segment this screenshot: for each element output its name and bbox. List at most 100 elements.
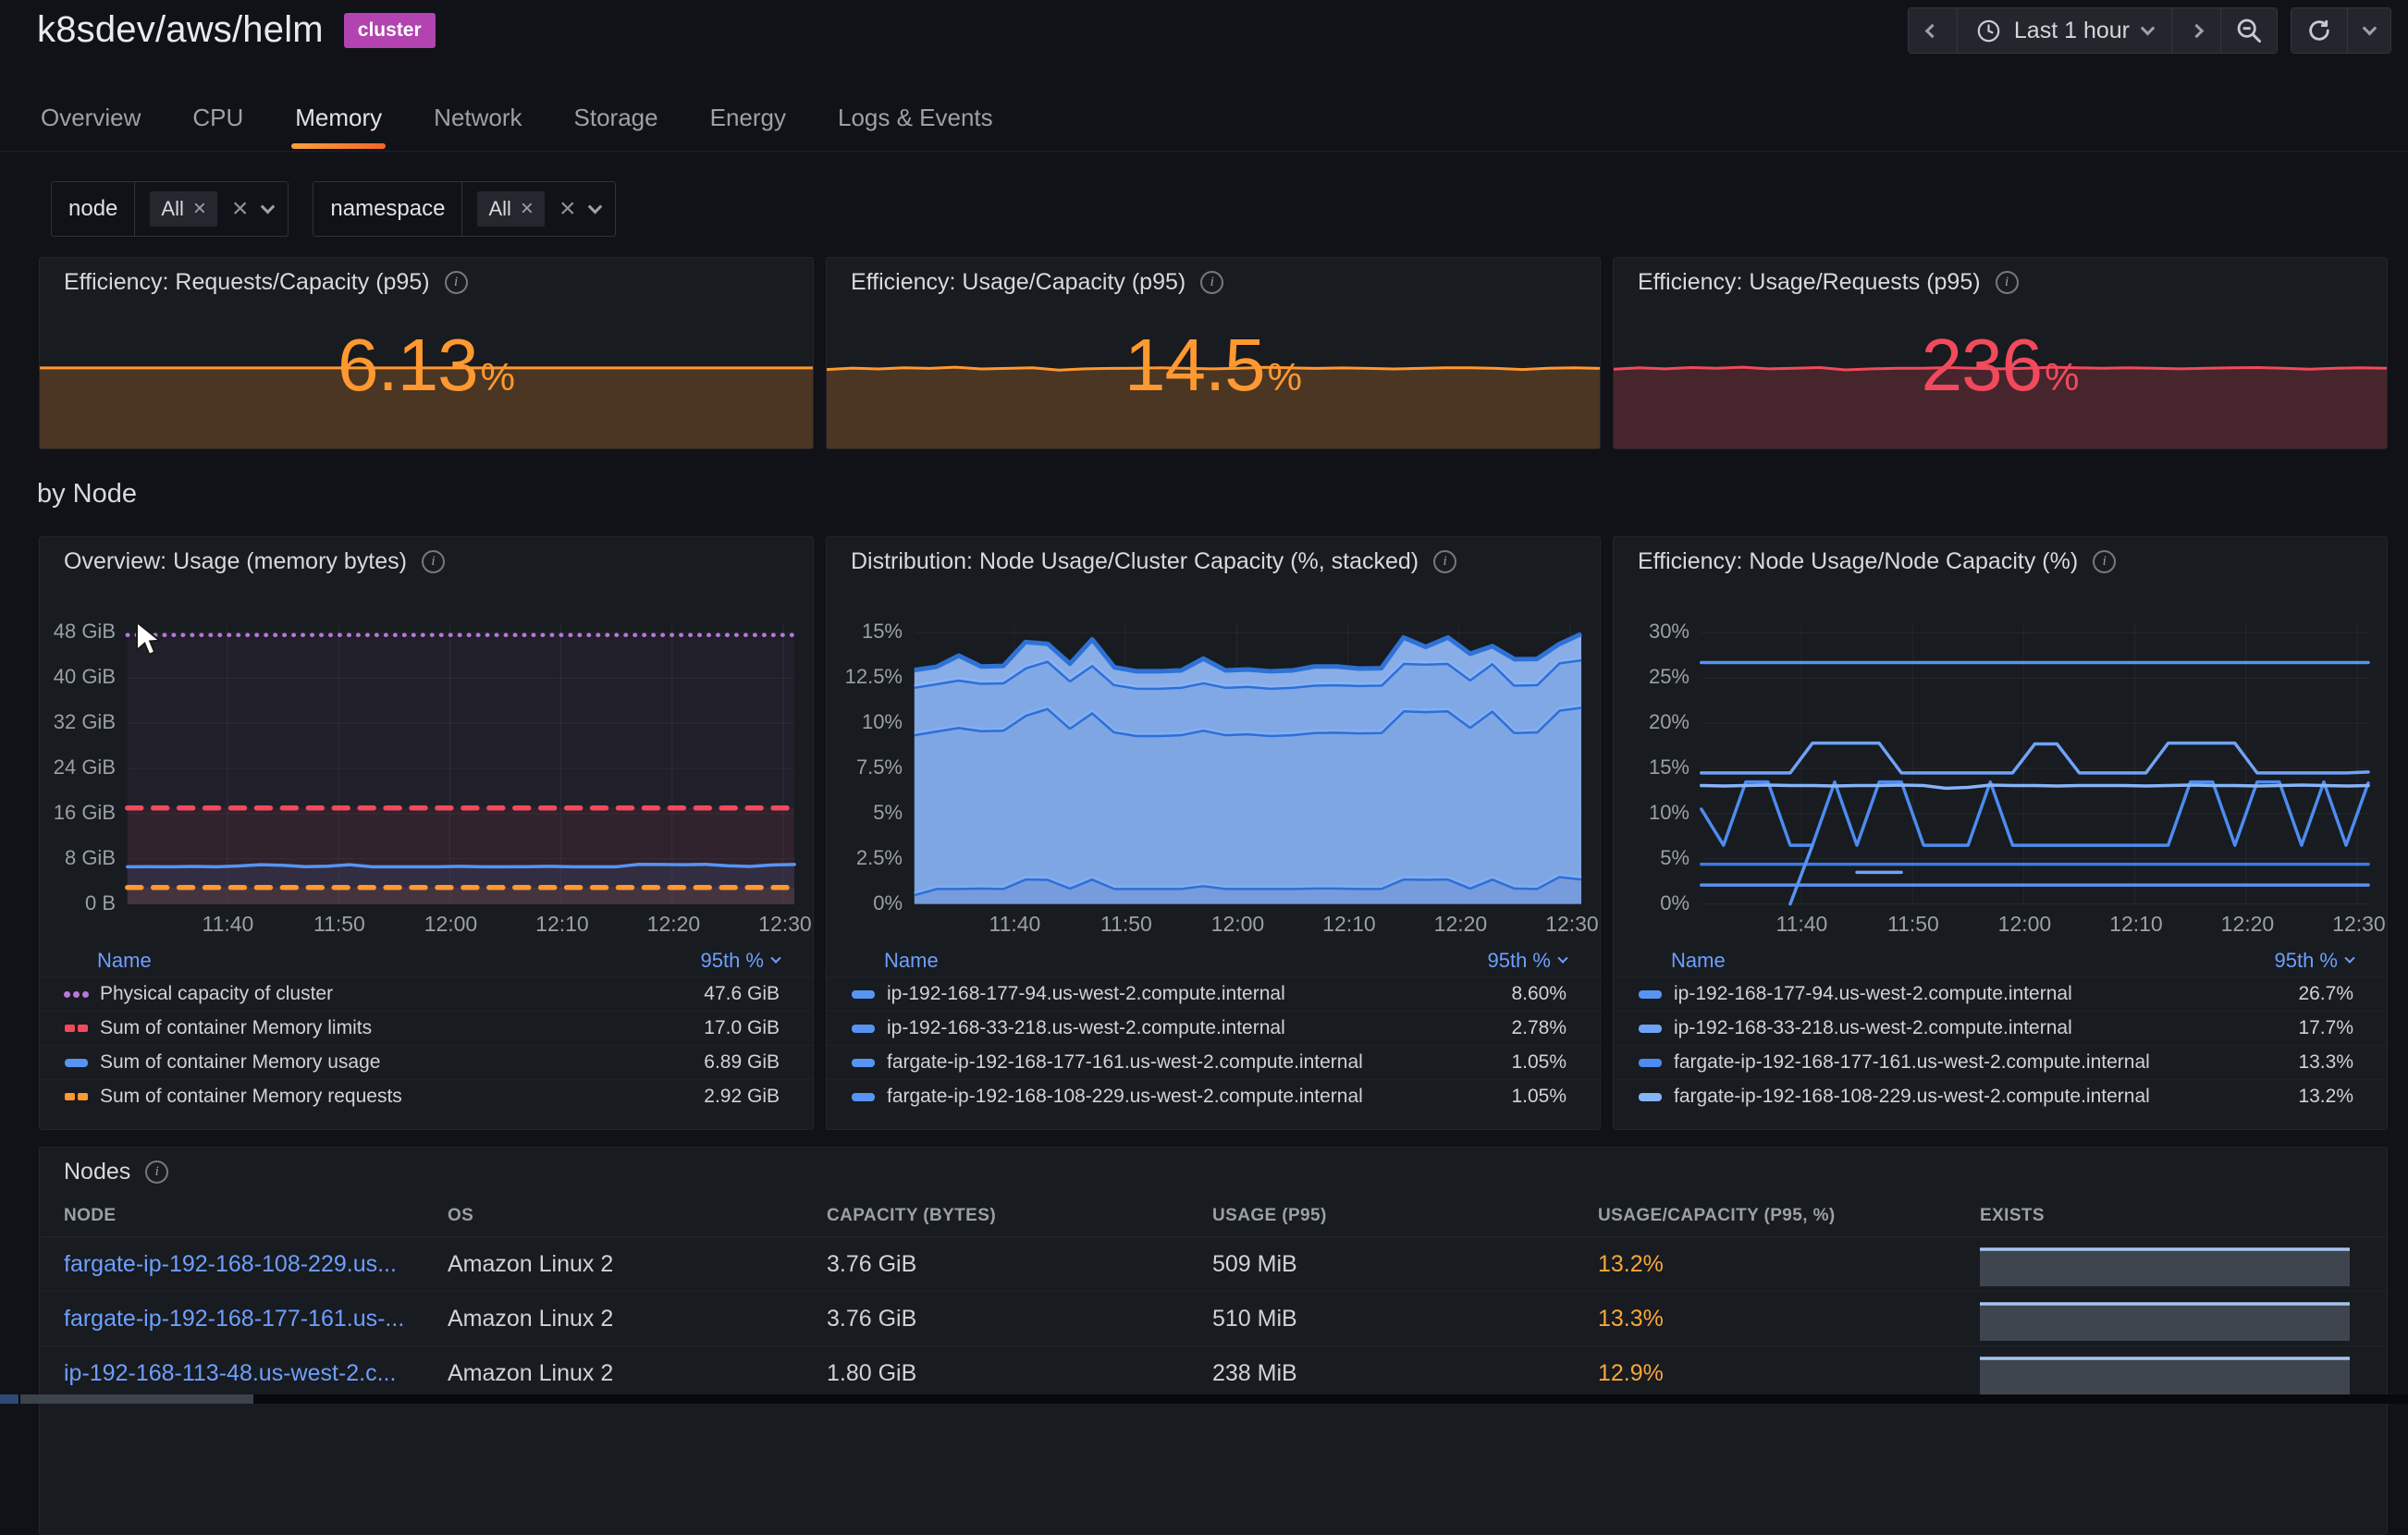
node-link[interactable]: ip-192-168-113-48.us-west-2.c... — [64, 1360, 396, 1386]
zoom-out-button[interactable] — [2220, 7, 2278, 54]
refresh-interval-dropdown[interactable] — [2347, 7, 2391, 54]
legend-row[interactable]: ip-192-168-177-94.us-west-2.compute.inte… — [827, 976, 1600, 1011]
stat-title[interactable]: Efficiency: Requests/Capacity (p95) — [64, 269, 430, 296]
legend-row[interactable]: fargate-ip-192-168-177-161.us-west-2.com… — [1614, 1045, 2387, 1079]
filter-chip[interactable]: All× — [150, 191, 216, 227]
chip-remove-icon[interactable]: × — [193, 198, 206, 220]
legend-header-agg[interactable]: 95th % — [1488, 949, 1567, 973]
y-axis-label: 7.5% — [827, 755, 903, 780]
legend-swatch — [851, 1059, 876, 1067]
legend-header-name[interactable]: Name — [97, 949, 152, 973]
x-axis-label: 11:50 — [1867, 912, 1960, 937]
os-cell: Amazon Linux 2 — [448, 1306, 827, 1332]
legend-row[interactable]: Sum of container Memory requests2.92 GiB — [40, 1079, 813, 1113]
legend-agg-label: 95th % — [1488, 949, 1552, 973]
info-icon[interactable]: i — [422, 550, 445, 573]
x-axis-label: 12:10 — [2090, 912, 2182, 937]
tab-cpu[interactable]: CPU — [189, 89, 247, 156]
info-icon[interactable]: i — [2093, 550, 2116, 573]
filter-clear-icon[interactable]: × — [232, 198, 249, 220]
info-icon[interactable]: i — [1200, 271, 1223, 294]
scrollbar-thumb[interactable] — [20, 1394, 253, 1404]
active-tab-indicator — [291, 143, 386, 149]
filter-value[interactable]: All×× — [135, 191, 288, 227]
time-back-button[interactable] — [1908, 7, 1958, 54]
legend-name: Physical capacity of cluster — [100, 983, 693, 1005]
time-forward-button[interactable] — [2171, 7, 2221, 54]
usage-cell: 509 MiB — [1212, 1251, 1598, 1278]
x-axis-label: 11:50 — [293, 912, 386, 937]
filter-value[interactable]: All×× — [462, 191, 615, 227]
legend-row[interactable]: fargate-ip-192-168-108-229.us-west-2.com… — [827, 1079, 1600, 1113]
info-icon[interactable]: i — [1996, 271, 2019, 294]
y-axis-label: 5% — [827, 801, 903, 825]
legend-header-agg[interactable]: 95th % — [2275, 949, 2354, 973]
column-header[interactable]: CAPACITY (BYTES) — [827, 1206, 1212, 1226]
stat-value: 14.5 — [1124, 324, 1265, 406]
filter-namespace: namespaceAll×× — [313, 181, 616, 237]
tab-logs-events[interactable]: Logs & Events — [834, 89, 997, 156]
legend-header-name[interactable]: Name — [1671, 949, 1726, 973]
legend-swatch — [1638, 990, 1663, 999]
chart-canvas[interactable]: 0%2.5%5%7.5%10%12.5%15%11:4011:5012:0012… — [827, 575, 1600, 945]
legend-row[interactable]: fargate-ip-192-168-108-229.us-west-2.com… — [1614, 1079, 2387, 1113]
horizontal-scrollbar[interactable] — [0, 1394, 2408, 1404]
legend-row[interactable]: Sum of container Memory limits17.0 GiB — [40, 1011, 813, 1045]
info-icon[interactable]: i — [445, 271, 468, 294]
cluster-badge[interactable]: cluster — [344, 13, 436, 48]
column-header[interactable]: OS — [448, 1206, 827, 1226]
stat-title[interactable]: Efficiency: Usage/Requests (p95) — [1638, 269, 1981, 296]
chart-canvas[interactable]: 0%5%10%15%20%25%30%11:4011:5012:0012:101… — [1614, 575, 2387, 945]
tab-energy[interactable]: Energy — [706, 89, 790, 156]
filter-clear-icon[interactable]: × — [559, 198, 576, 220]
stat-value-wrap: 14.5% — [827, 323, 1600, 408]
legend-header-agg[interactable]: 95th % — [701, 949, 780, 973]
stat-title[interactable]: Efficiency: Usage/Capacity (p95) — [851, 269, 1186, 296]
legend-name: ip-192-168-33-218.us-west-2.compute.inte… — [887, 1017, 1500, 1039]
exists-cell — [1980, 1296, 2387, 1341]
column-header[interactable]: NODE — [64, 1206, 448, 1226]
legend-row[interactable]: Physical capacity of cluster47.6 GiB — [40, 976, 813, 1011]
legend-value: 2.92 GiB — [704, 1086, 780, 1108]
series-color-pill — [1639, 990, 1662, 999]
chart-title[interactable]: Overview: Usage (memory bytes) — [64, 548, 407, 575]
column-header[interactable]: USAGE/CAPACITY (P95, %) — [1598, 1206, 1980, 1226]
legend-row[interactable]: ip-192-168-33-218.us-west-2.compute.inte… — [1614, 1011, 2387, 1045]
legend-row[interactable]: ip-192-168-177-94.us-west-2.compute.inte… — [1614, 976, 2387, 1011]
time-range-picker[interactable]: Last 1 hour — [1957, 7, 2172, 54]
filter-chip[interactable]: All× — [477, 191, 544, 227]
legend-swatch — [1638, 1025, 1663, 1033]
legend-row[interactable]: fargate-ip-192-168-177-161.us-west-2.com… — [827, 1045, 1600, 1079]
legend-header-name[interactable]: Name — [884, 949, 939, 973]
usage-cell: 238 MiB — [1212, 1360, 1598, 1387]
legend-swatch — [851, 990, 876, 999]
column-header[interactable]: USAGE (P95) — [1212, 1206, 1598, 1226]
refresh-button[interactable] — [2291, 7, 2348, 54]
chart-title[interactable]: Distribution: Node Usage/Cluster Capacit… — [851, 548, 1419, 575]
tab-memory[interactable]: Memory — [291, 89, 386, 156]
series-color-pill — [852, 1025, 875, 1033]
tab-overview[interactable]: Overview — [37, 89, 144, 156]
chevron-down-icon — [588, 199, 603, 214]
tab-network[interactable]: Network — [430, 89, 525, 156]
stat-panel-3: Efficiency: Usage/Requests (p95)i236% — [1613, 257, 2388, 449]
chip-remove-icon[interactable]: × — [521, 198, 534, 220]
y-axis-label: 12.5% — [827, 665, 903, 689]
tab-storage[interactable]: Storage — [571, 89, 662, 156]
info-icon[interactable]: i — [1433, 550, 1456, 573]
node-link[interactable]: fargate-ip-192-168-108-229.us... — [64, 1251, 397, 1277]
filter-label: namespace — [313, 196, 461, 222]
x-axis-label: 12:00 — [1191, 912, 1284, 937]
tab-label: CPU — [192, 104, 243, 131]
x-axis-label: 12:30 — [1526, 912, 1601, 937]
node-link[interactable]: fargate-ip-192-168-177-161.us-... — [64, 1306, 404, 1332]
column-header[interactable]: EXISTS — [1980, 1206, 2387, 1226]
info-icon[interactable]: i — [145, 1160, 168, 1184]
chart-title[interactable]: Efficiency: Node Usage/Node Capacity (%) — [1638, 548, 2078, 575]
nodes-title[interactable]: Nodes — [64, 1159, 130, 1185]
series-color-dash — [65, 1025, 75, 1032]
legend-value: 13.3% — [2298, 1051, 2353, 1074]
legend-row[interactable]: Sum of container Memory usage6.89 GiB — [40, 1045, 813, 1079]
legend-name: Sum of container Memory limits — [100, 1017, 693, 1039]
legend-row[interactable]: ip-192-168-33-218.us-west-2.compute.inte… — [827, 1011, 1600, 1045]
